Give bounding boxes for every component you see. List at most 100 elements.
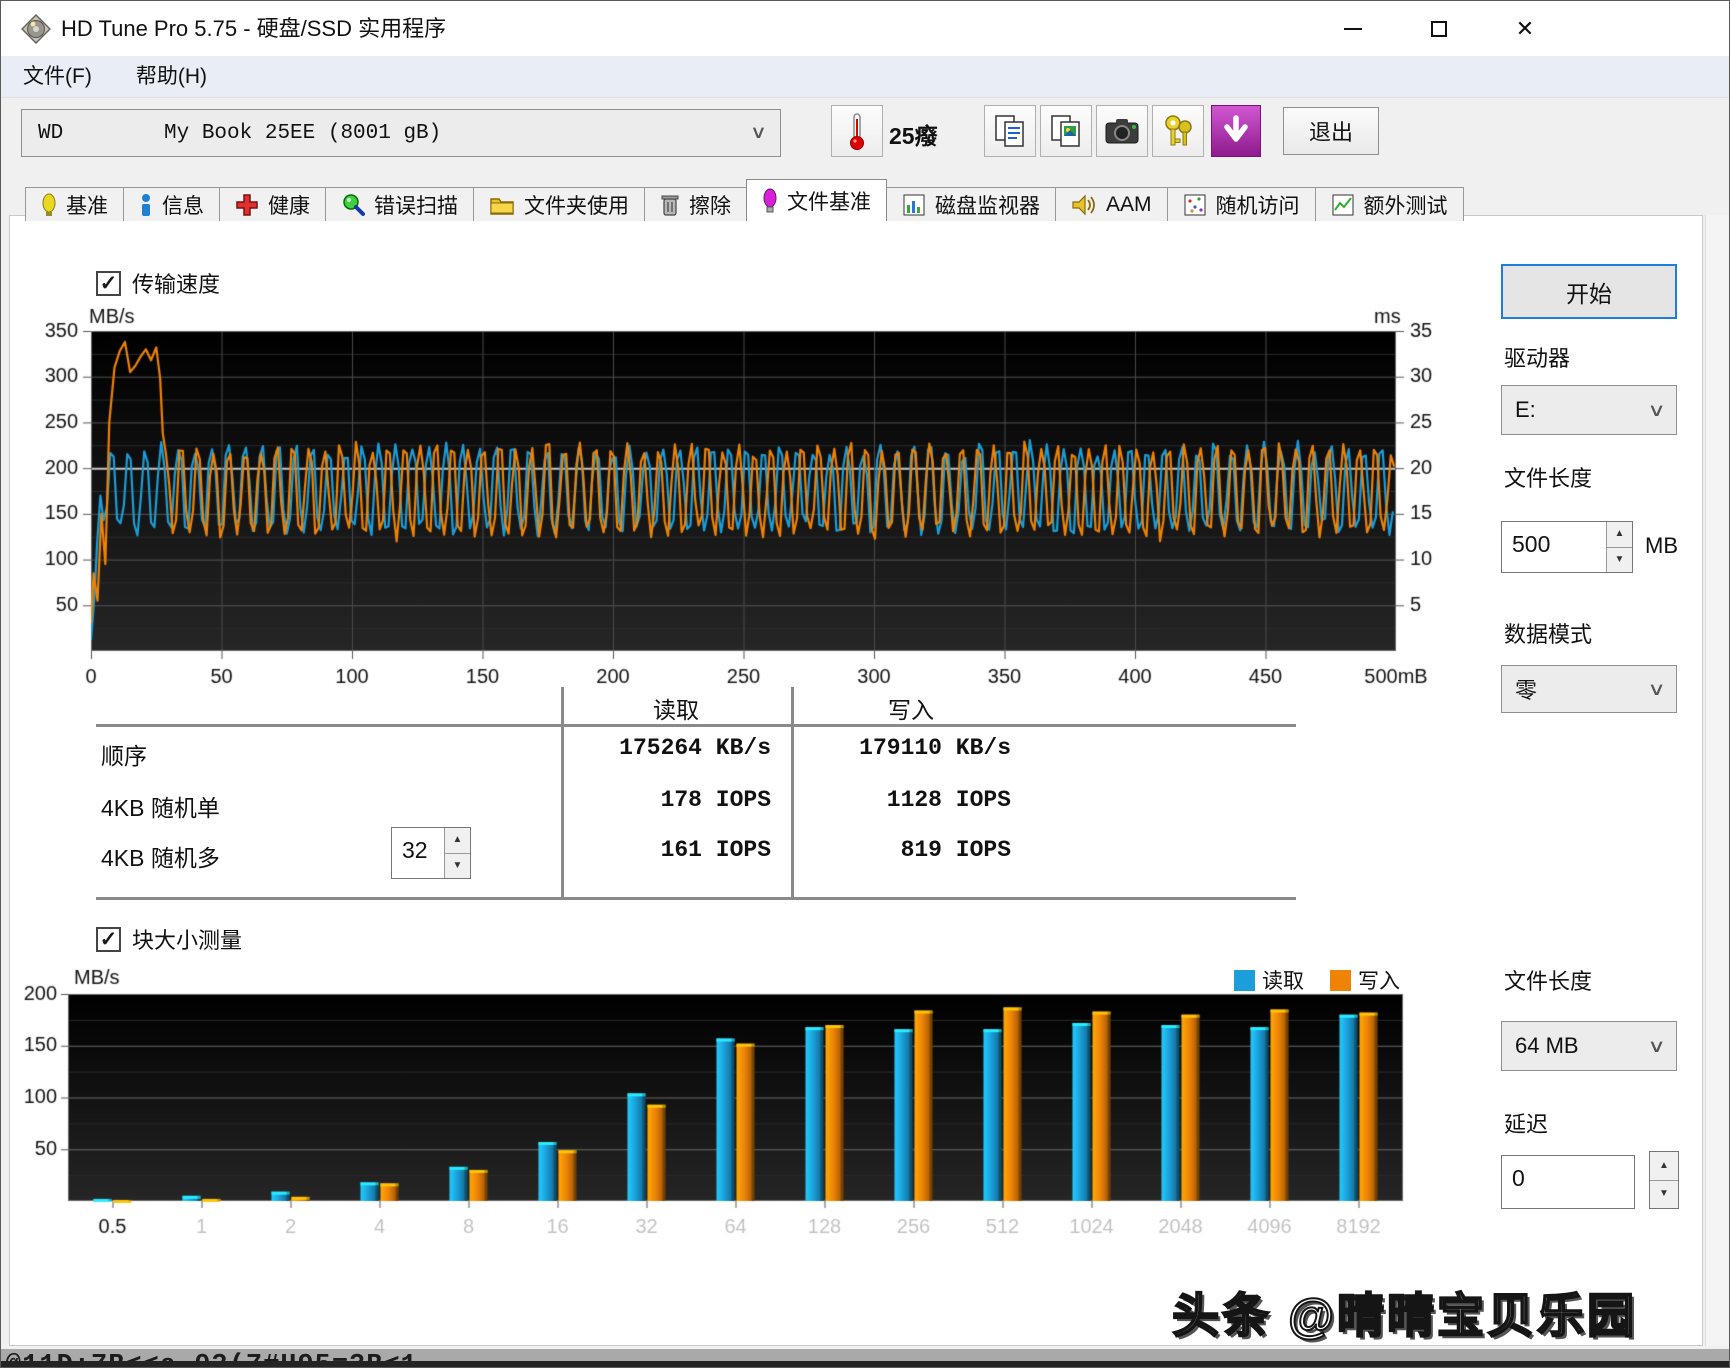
- spin-up-icon[interactable]: ▲: [445, 828, 470, 854]
- tab-random-access[interactable]: 随机访问: [1167, 187, 1316, 221]
- start-label: 开始: [1566, 275, 1612, 309]
- vertical-scrollbar[interactable]: [1705, 215, 1730, 1346]
- write-swatch: [1330, 970, 1351, 991]
- tab-disk-monitor[interactable]: 磁盘监视器: [886, 187, 1056, 221]
- start-button[interactable]: 开始: [1501, 264, 1677, 319]
- drive-select-value: E:: [1515, 397, 1536, 423]
- block-size-label: 块大小测量: [132, 923, 242, 955]
- chevron-down-icon: ∨: [1647, 1036, 1665, 1057]
- maximize-button[interactable]: [1409, 1, 1469, 56]
- tab-benchmark[interactable]: 基准: [25, 187, 124, 221]
- copy-image-button[interactable]: [1040, 105, 1092, 157]
- maximize-icon: [1431, 21, 1447, 37]
- spin-up-icon[interactable]: ▲: [1607, 522, 1632, 548]
- legend-write: 写入: [1330, 965, 1400, 995]
- download-button[interactable]: [1211, 105, 1261, 157]
- tab-label: 随机访问: [1216, 190, 1300, 220]
- tab-label: 擦除: [689, 190, 731, 220]
- drive-label: 驱动器: [1504, 341, 1570, 373]
- down-arrow-icon: [1221, 115, 1251, 147]
- spin-up-icon[interactable]: ▲: [1650, 1152, 1678, 1181]
- exit-button[interactable]: 退出: [1283, 107, 1379, 155]
- disk-monitor-chart-icon: [902, 193, 926, 217]
- file-length-unit: MB: [1645, 533, 1678, 559]
- random-single-write-value: 1128 IOPS: [721, 787, 1011, 813]
- tab-label: 文件夹使用: [524, 190, 629, 220]
- queue-depth-value: 32: [392, 828, 444, 878]
- tab-strip: 基准 信息 健康 错误扫描 文件夹使用 擦除 文件基准 磁盘监视器: [25, 179, 1463, 221]
- tab-label: 健康: [268, 190, 310, 220]
- queue-depth-spinner[interactable]: 32 ▲ ▼: [391, 827, 471, 879]
- spin-down-icon[interactable]: ▼: [1650, 1181, 1678, 1209]
- drive-select[interactable]: E: ∨: [1501, 385, 1677, 435]
- tab-label: 磁盘监视器: [935, 190, 1040, 220]
- trash-icon: [660, 193, 680, 217]
- delay-value: 0: [1502, 1156, 1634, 1208]
- folder-icon: [489, 194, 515, 216]
- spin-down-icon[interactable]: ▼: [1607, 548, 1632, 573]
- minimize-button[interactable]: [1323, 1, 1383, 56]
- checkbox-check-icon: ✓: [96, 271, 121, 296]
- exit-label: 退出: [1309, 115, 1353, 147]
- tab-health[interactable]: 健康: [219, 187, 326, 221]
- tab-error-scan[interactable]: 错误扫描: [325, 187, 474, 221]
- file-length-spinner[interactable]: 500 ▲ ▼: [1501, 521, 1633, 573]
- menu-file[interactable]: 文件(F): [1, 56, 114, 98]
- table-bottom-rule: [96, 897, 1296, 900]
- table-header-rule: [96, 724, 1296, 727]
- screenshot-button[interactable]: [1096, 105, 1148, 157]
- tab-file-benchmark[interactable]: 文件基准: [746, 179, 887, 221]
- delay-spinner[interactable]: ▲ ▼: [1649, 1151, 1679, 1209]
- scatter-dots-icon: [1183, 193, 1207, 217]
- thermometer-icon: [844, 111, 870, 151]
- file-length2-label: 文件长度: [1504, 964, 1592, 996]
- info-icon: [139, 193, 153, 217]
- transfer-speed-checkbox[interactable]: ✓ 传输速度: [96, 267, 220, 299]
- checkbox-check-icon: ✓: [96, 927, 121, 952]
- tab-extra-tests[interactable]: 额外测试: [1315, 187, 1464, 221]
- tab-aam[interactable]: AAM: [1055, 187, 1168, 221]
- drive-selector-value: WD My Book 25EE (8001 gB): [38, 122, 441, 145]
- read-column-header: 读取: [561, 691, 791, 725]
- tab-erase[interactable]: 擦除: [644, 187, 747, 221]
- tab-info[interactable]: 信息: [123, 187, 220, 221]
- chevron-down-icon: ∨: [751, 122, 766, 144]
- file-benchmark-bulb-icon: [762, 188, 778, 214]
- drive-selector-combo[interactable]: WD My Book 25EE (8001 gB) ∨: [21, 109, 781, 157]
- speaker-icon: [1071, 193, 1097, 217]
- delay-label: 延迟: [1504, 1107, 1548, 1139]
- title-bar: HD Tune Pro 5.75 - 硬盘/SSD 实用程序 ✕: [1, 1, 1729, 56]
- data-mode-label: 数据模式: [1504, 617, 1592, 649]
- tab-folder-usage[interactable]: 文件夹使用: [473, 187, 645, 221]
- temperature-button[interactable]: [831, 105, 883, 157]
- bottom-cutoff-strip: @11D:7B<<a,03(7#H95=3B<1: [1, 1349, 1729, 1368]
- minimize-icon: [1344, 28, 1362, 30]
- spin-down-icon[interactable]: ▼: [445, 854, 470, 879]
- block-file-length-value: 64 MB: [1515, 1033, 1579, 1059]
- data-mode-select[interactable]: 零 ∨: [1501, 665, 1677, 713]
- chevron-down-icon: ∨: [1647, 400, 1665, 421]
- bottom-dark-line: [1, 1361, 1729, 1368]
- row-label-4k-random-multi: 4KB 随机多: [101, 839, 220, 873]
- delay-input[interactable]: 0: [1501, 1155, 1635, 1209]
- menu-help[interactable]: 帮助(H): [114, 56, 229, 98]
- benchmark-bulb-icon: [41, 193, 57, 217]
- camera-icon: [1104, 116, 1140, 146]
- legend-read-label: 读取: [1262, 965, 1304, 995]
- transfer-speed-label: 传输速度: [132, 267, 220, 299]
- legend-read: 读取: [1234, 965, 1304, 995]
- error-scan-magnifier-icon: [341, 193, 365, 217]
- copy-text-icon: [993, 113, 1027, 149]
- copy-text-button[interactable]: [984, 105, 1036, 157]
- options-button[interactable]: [1152, 105, 1204, 157]
- close-icon: ✕: [1516, 18, 1534, 40]
- block-file-length-select[interactable]: 64 MB ∨: [1501, 1021, 1677, 1071]
- transfer-speed-line-chart: [31, 301, 1451, 691]
- read-swatch: [1234, 970, 1255, 991]
- close-button[interactable]: ✕: [1495, 1, 1555, 56]
- sequential-write-value: 179110 KB/s: [721, 735, 1011, 761]
- tab-label: 错误扫描: [374, 190, 458, 220]
- tab-label: 信息: [162, 190, 204, 220]
- keys-icon: [1161, 113, 1195, 149]
- block-size-checkbox[interactable]: ✓ 块大小测量: [96, 923, 242, 955]
